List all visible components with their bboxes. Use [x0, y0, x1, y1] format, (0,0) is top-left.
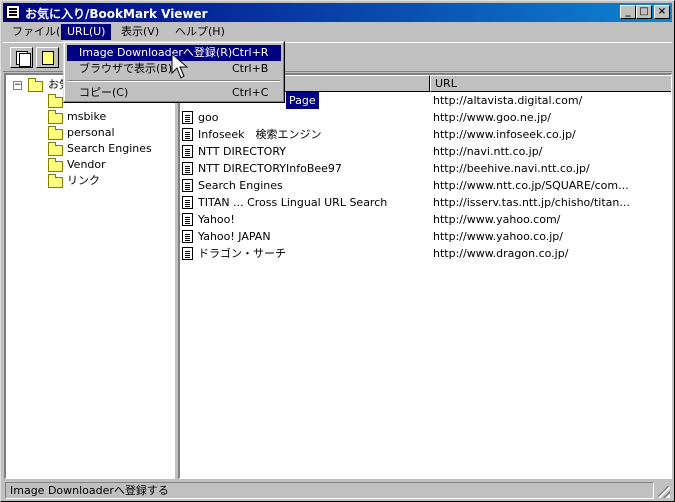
bookmark-title: Search Engines [198, 179, 283, 192]
folder-icon [48, 142, 63, 156]
folder-icon [48, 158, 63, 172]
bookmark-title: ドラゴン・サーチ [198, 247, 286, 260]
browser-icon [42, 51, 54, 65]
copy-icon-back [19, 53, 31, 67]
menu-item-shortcut: Ctrl+B [232, 62, 269, 75]
menu-item-shortcut: Ctrl+R [232, 46, 269, 59]
tree-item-label: msbike [67, 110, 107, 123]
bookmark-url: http://www.goo.ne.jp/ [433, 111, 551, 124]
menu-item-label: Image Downloaderへ登録(R) [79, 46, 233, 59]
bookmark-url: http://beehive.navi.ntt.co.jp/ [433, 162, 590, 175]
list-item[interactable]: Infoseek 検索エンジン http://www.infoseek.co.j… [180, 126, 671, 143]
app-window: お気に入り/BookMark Viewer _ □ × ファイル(F) URL(… [0, 0, 675, 502]
bookmark-title: goo [198, 111, 219, 124]
document-icon [182, 247, 193, 260]
document-icon [182, 162, 193, 175]
bookmark-url: http://www.dragon.co.jp/ [433, 247, 569, 260]
list-item[interactable]: Yahoo! http://www.yahoo.com/ [180, 211, 671, 228]
folder-tree[interactable]: − お気 msbike personal Search Engines Vend… [4, 73, 175, 479]
menu-item-label: ブラウザで表示(B) [79, 62, 173, 75]
bookmark-url: http://navi.ntt.co.jp/ [433, 145, 543, 158]
document-icon [182, 128, 193, 141]
bookmark-title: Page [286, 92, 319, 109]
document-icon [182, 213, 193, 226]
bookmark-title: Infoseek 検索エンジン [198, 128, 322, 141]
title-bar[interactable]: お気に入り/BookMark Viewer _ □ × [3, 3, 672, 22]
minimize-button[interactable]: _ [620, 5, 636, 19]
bookmark-url: http://www.infoseek.co.jp/ [433, 128, 576, 141]
document-icon [182, 145, 193, 158]
list-item[interactable]: TITAN ... Cross Lingual URL Search http:… [180, 194, 671, 211]
window-title: お気に入り/BookMark Viewer [25, 7, 208, 21]
bookmark-title: Yahoo! JAPAN [198, 230, 271, 243]
bookmark-url: http://www.yahoo.com/ [433, 213, 561, 226]
status-text: Image Downloaderへ登録する [5, 482, 654, 499]
bookmark-title: TITAN ... Cross Lingual URL Search [198, 196, 388, 209]
folder-open-icon [28, 78, 43, 92]
menu-view[interactable]: 表示(V) [115, 24, 165, 40]
bookmark-title: NTT DIRECTORYInfoBee97 [198, 162, 342, 175]
menu-item-copy[interactable]: コピー(C) Ctrl+C [67, 85, 281, 101]
menu-url[interactable]: URL(U) [61, 24, 112, 40]
browser-toolbar-button[interactable] [36, 47, 59, 68]
bookmark-title: Yahoo! [198, 213, 235, 226]
folder-icon [48, 126, 63, 140]
collapse-icon[interactable]: − [13, 81, 22, 90]
tree-item-label: personal [67, 126, 115, 139]
tree-item-label: Search Engines [67, 142, 152, 155]
menu-item-shortcut: Ctrl+C [232, 86, 269, 99]
list-item[interactable]: Yahoo! JAPAN http://www.yahoo.co.jp/ [180, 228, 671, 245]
list-item[interactable]: NTT DIRECTORYInfoBee97 http://beehive.na… [180, 160, 671, 177]
list-item[interactable]: Search Engines http://www.ntt.co.jp/SQUA… [180, 177, 671, 194]
document-icon [182, 179, 193, 192]
menu-help[interactable]: ヘルプ(H) [169, 24, 231, 40]
folder-icon [48, 174, 63, 188]
column-header-url[interactable]: URL [430, 75, 671, 92]
document-icon [182, 111, 193, 124]
folder-icon [48, 110, 63, 124]
list-item[interactable]: ドラゴン・サーチ http://www.dragon.co.jp/ [180, 245, 671, 262]
bookmark-title: NTT DIRECTORY [198, 145, 286, 158]
menu-bar: ファイル(F) URL(U) 表示(V) ヘルプ(H) [3, 23, 672, 41]
close-button[interactable]: × [654, 5, 670, 19]
bookmark-url: http://altavista.digital.com/ [433, 94, 583, 107]
document-icon [182, 196, 193, 209]
copy-toolbar-button[interactable] [10, 47, 33, 68]
menu-item-label: コピー(C) [79, 86, 129, 99]
status-bar: Image Downloaderへ登録する [3, 481, 672, 500]
bookmark-url: http://www.yahoo.co.jp/ [433, 230, 563, 243]
document-icon [182, 230, 193, 243]
bookmark-list[interactable]: URL Page http://altavista.digital.com/ g… [178, 73, 672, 479]
resize-grip-icon[interactable] [658, 486, 670, 498]
folder-icon [48, 94, 63, 108]
list-item[interactable]: NTT DIRECTORY http://navi.ntt.co.jp/ [180, 143, 671, 160]
tree-item-label: リンク [67, 174, 100, 187]
maximize-button[interactable]: □ [636, 5, 652, 19]
bookmark-url: http://www.ntt.co.jp/SQUARE/com... [433, 179, 629, 192]
bookmark-url: http://isserv.tas.ntt.jp/chisho/titan... [433, 196, 630, 209]
list-item[interactable]: goo http://www.goo.ne.jp/ [180, 109, 671, 126]
app-icon[interactable] [6, 5, 20, 19]
mouse-pointer-icon [171, 53, 189, 79]
tree-item-label: Vendor [67, 158, 106, 171]
